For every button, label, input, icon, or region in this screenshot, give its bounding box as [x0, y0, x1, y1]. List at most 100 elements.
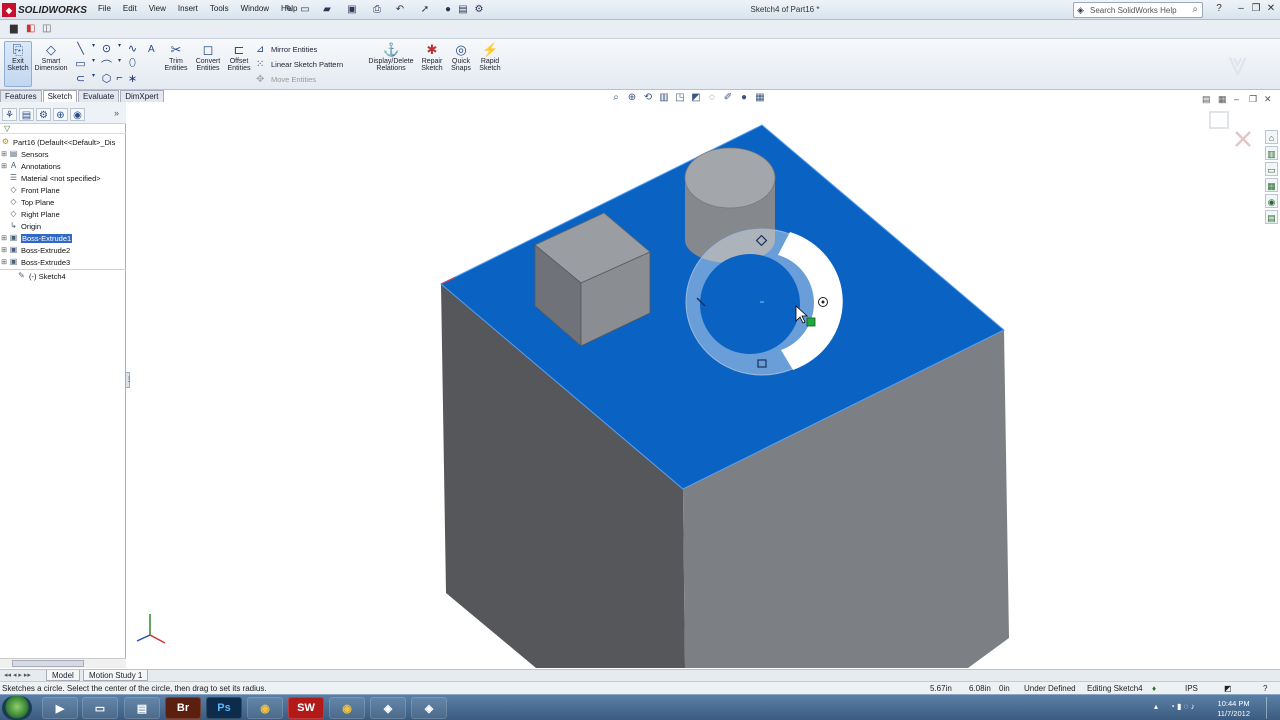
- tree-item-boss-extrude2[interactable]: ⊞ ▣ Boss-Extrude2: [0, 244, 126, 256]
- tree-item-right-plane[interactable]: ◇ Right Plane: [0, 208, 126, 220]
- expand-icon[interactable]: ⊞: [0, 258, 8, 266]
- slot-icon[interactable]: ⊂: [74, 72, 87, 87]
- tab-motion-study[interactable]: Motion Study 1: [83, 670, 149, 681]
- tree-item-front-plane[interactable]: ◇ Front Plane: [0, 184, 126, 196]
- tree-item-sensors[interactable]: ⊞ ▤ Sensors: [0, 148, 126, 160]
- help-search-input[interactable]: ◈ Search SolidWorks Help ⌕: [1073, 2, 1203, 18]
- file-properties-icon[interactable]: ▤: [456, 3, 470, 17]
- convert-entities-button[interactable]: ◻ Convert Entities: [193, 42, 223, 72]
- smart-dimension-button[interactable]: ◇ Smart Dimension: [34, 42, 67, 72]
- file-explorer-icon[interactable]: ▭: [1265, 162, 1278, 176]
- restore-icon[interactable]: ❐: [1249, 3, 1263, 16]
- linear-pattern-button[interactable]: ⁙ Linear Sketch Pattern: [256, 57, 343, 72]
- print-preview-icon[interactable]: ▆: [10, 23, 18, 34]
- propertymanager-tab-icon[interactable]: ▤: [19, 108, 34, 121]
- fillet-icon[interactable]: ⌐: [113, 72, 126, 87]
- offset-entities-button[interactable]: ⊏ Offset Entities: [226, 42, 252, 72]
- new-document-icon[interactable]: ▭: [298, 3, 312, 17]
- media-player-icon[interactable]: ▶: [42, 697, 78, 719]
- arc-icon[interactable]: ⌒: [100, 57, 113, 72]
- menu-file[interactable]: File: [92, 4, 117, 13]
- tab-model[interactable]: Model: [46, 670, 80, 681]
- point-icon[interactable]: ∗: [126, 72, 139, 87]
- expand-icon[interactable]: ⊞: [0, 234, 8, 242]
- expand-icon[interactable]: ⊞: [0, 162, 8, 170]
- rapid-sketch-button[interactable]: ⚡ Rapid Sketch: [477, 42, 503, 72]
- mirror-entities-button[interactable]: ⊿ Mirror Entities: [256, 42, 343, 57]
- tab-dimxpert[interactable]: DimXpert: [120, 90, 164, 102]
- exit-sketch-button[interactable]: ⎘ Exit Sketch: [4, 41, 32, 87]
- app-icon-1[interactable]: ◈: [370, 697, 406, 719]
- menu-tools[interactable]: Tools: [204, 4, 235, 13]
- tree-item-annotations[interactable]: ⊞ A Annotations: [0, 160, 126, 172]
- display-delete-relations-button[interactable]: ⚓ Display/Delete Relations: [367, 42, 415, 72]
- tab-scroll-icons[interactable]: ◂◂ ◂ ▸ ▸▸: [4, 671, 31, 679]
- design-library-icon[interactable]: ▥: [1265, 146, 1278, 160]
- appearances-icon[interactable]: ◉: [1265, 194, 1278, 208]
- tab-sketch[interactable]: Sketch: [42, 90, 78, 102]
- dimxpertmanager-tab-icon[interactable]: ⊕: [53, 108, 68, 121]
- toolbar-icon[interactable]: ◫: [42, 23, 51, 34]
- menu-window[interactable]: Window: [235, 4, 275, 13]
- trim-entities-button[interactable]: ✂ Trim Entities: [162, 42, 190, 72]
- displaymanager-tab-icon[interactable]: ◉: [70, 108, 85, 121]
- chrome-icon[interactable]: ◉: [247, 697, 283, 719]
- rebuild-icon[interactable]: ●: [441, 3, 455, 17]
- search-icon[interactable]: ⌕: [1192, 4, 1198, 15]
- clock[interactable]: 10:44 PM 11/7/2012: [1217, 699, 1250, 719]
- rectangle-dropdown-icon[interactable]: ▾: [87, 57, 100, 72]
- featuremanager-tab-icon[interactable]: ⚘: [2, 108, 17, 121]
- configurationmanager-tab-icon[interactable]: ⚙: [36, 108, 51, 121]
- save-icon[interactable]: ▣: [345, 3, 359, 17]
- menu-insert[interactable]: Insert: [172, 4, 204, 13]
- tree-filter[interactable]: ▽: [0, 124, 126, 134]
- show-desktop-button[interactable]: [1266, 697, 1276, 719]
- tray-expand-icon[interactable]: ▴: [1154, 702, 1158, 711]
- tree-item-boss-extrude3[interactable]: ⊞ ▣ Boss-Extrude3: [0, 256, 126, 268]
- tab-features[interactable]: Features: [0, 90, 42, 102]
- undo-icon[interactable]: ↶: [393, 3, 407, 17]
- arc-dropdown-icon[interactable]: ▾: [113, 57, 126, 72]
- explorer-icon[interactable]: ▭: [82, 697, 118, 719]
- chrome-window-icon[interactable]: ◉: [329, 697, 365, 719]
- solidworks-resources-icon[interactable]: ⌂: [1265, 130, 1278, 144]
- panel-expand-icon[interactable]: »: [114, 108, 119, 118]
- line-icon[interactable]: ╲: [74, 42, 87, 57]
- tray-icons[interactable]: ◔ ▮ ◌ ♪: [1170, 702, 1195, 711]
- menu-view[interactable]: View: [143, 4, 172, 13]
- file-manager-icon[interactable]: ▤: [124, 697, 160, 719]
- tree-item-material-not-specified[interactable]: ☰ Material <not specified>: [0, 172, 126, 184]
- scrollbar-thumb[interactable]: [12, 660, 84, 667]
- spline-icon[interactable]: ∿: [126, 42, 139, 57]
- solidworks-logo[interactable]: ◆ SOLIDWORKS: [2, 2, 88, 18]
- select-icon[interactable]: ➚: [418, 3, 432, 17]
- panel-scrollbar[interactable]: [0, 658, 126, 668]
- view-palette-icon[interactable]: ▦: [1265, 178, 1278, 192]
- status-units[interactable]: IPS: [1185, 684, 1198, 693]
- circle-dropdown-icon[interactable]: ▾: [113, 42, 126, 57]
- tree-item-top-plane[interactable]: ◇ Top Plane: [0, 196, 126, 208]
- tree-item-boss-extrude1[interactable]: ⊞ ▣ Boss-Extrude1: [0, 232, 126, 244]
- ellipse-icon[interactable]: ⬯: [126, 57, 139, 72]
- repair-sketch-button[interactable]: ✱ Repair Sketch: [419, 42, 445, 72]
- status-help-icon[interactable]: ?: [1263, 684, 1267, 693]
- tab-evaluate[interactable]: Evaluate: [78, 90, 120, 102]
- pin-icon[interactable]: ✎: [282, 3, 296, 17]
- recent-icon[interactable]: ◧: [26, 23, 35, 34]
- line-dropdown-icon[interactable]: ▾: [87, 42, 100, 57]
- expand-icon[interactable]: ⊞: [0, 150, 8, 158]
- print-icon[interactable]: ⎙: [370, 3, 384, 17]
- text-icon[interactable]: A: [148, 44, 155, 55]
- expand-icon[interactable]: ⊞: [0, 246, 8, 254]
- tree-item-origin[interactable]: ↳ Origin: [0, 220, 126, 232]
- move-entities-button[interactable]: ✥ Move Entities: [256, 72, 343, 87]
- circle-icon[interactable]: ⊙: [100, 42, 113, 57]
- options-icon[interactable]: ⚙: [472, 3, 486, 17]
- app-icon-2[interactable]: ◈: [411, 697, 447, 719]
- menu-edit[interactable]: Edit: [117, 4, 143, 13]
- status-options-icon[interactable]: ◩: [1224, 684, 1232, 693]
- graphics-area[interactable]: [127, 102, 1280, 668]
- solidworks-taskbar-icon[interactable]: SW: [288, 697, 324, 719]
- rectangle-icon[interactable]: ▭: [74, 57, 87, 72]
- polygon-icon[interactable]: ⬡: [100, 72, 113, 87]
